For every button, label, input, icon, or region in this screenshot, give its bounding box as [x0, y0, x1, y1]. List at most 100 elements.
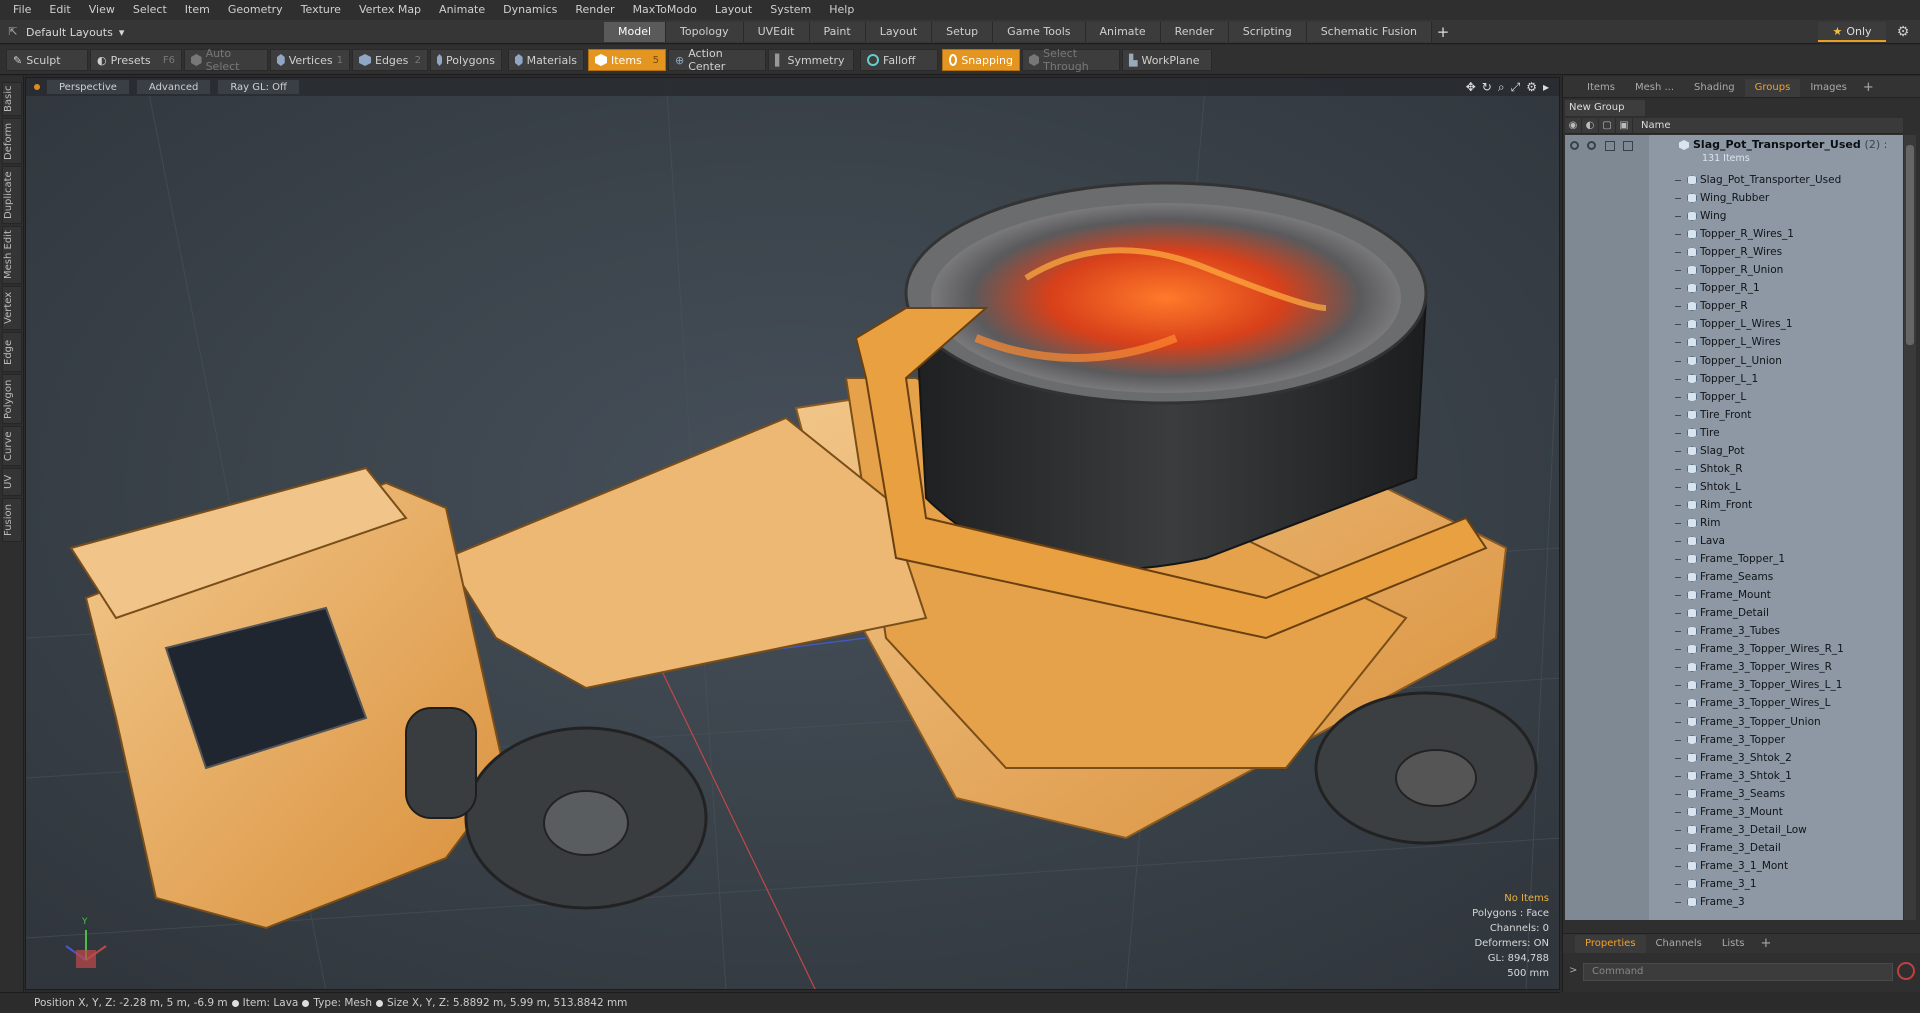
symmetry-button[interactable]: ▌ Symmetry	[768, 49, 854, 71]
tree-item[interactable]: Frame_3_Topper	[1565, 731, 1903, 749]
tree-item[interactable]: Frame_3_1_Mont	[1565, 857, 1903, 875]
tree-item[interactable]: Frame_3_Topper_Wires_L_1	[1565, 676, 1903, 694]
tree-item[interactable]: Topper_L_Wires_1	[1565, 315, 1903, 333]
tree-item[interactable]: Topper_L_Union	[1565, 352, 1903, 370]
tree-item[interactable]: Frame_Detail	[1565, 604, 1903, 622]
tree-item[interactable]: Frame_3_Detail_Low	[1565, 821, 1903, 839]
tree-item[interactable]: Frame_Mount	[1565, 586, 1903, 604]
materials-button[interactable]: Materials	[508, 49, 584, 71]
tree-item[interactable]: Topper_R_Wires_1	[1565, 225, 1903, 243]
layout-dropdown[interactable]: ⇱ Default Layouts ▾	[6, 23, 124, 41]
tab-shading[interactable]: Shading	[1684, 79, 1745, 97]
tree-scrollbar[interactable]	[1904, 135, 1916, 920]
new-group-button[interactable]: New Group	[1565, 100, 1645, 116]
tab-model[interactable]: Model	[604, 22, 667, 42]
tree-item[interactable]: Frame_3_Shtok_2	[1565, 749, 1903, 767]
command-input[interactable]: Command	[1583, 963, 1893, 981]
tab-animate[interactable]: Animate	[1085, 22, 1161, 42]
menu-geometry[interactable]: Geometry	[219, 0, 292, 20]
ray-gl-button[interactable]: Ray GL: Off	[217, 79, 300, 95]
falloff-button[interactable]: Falloff	[860, 49, 938, 71]
menu-help[interactable]: Help	[820, 0, 863, 20]
rotate-view-icon[interactable]: ↻	[1482, 80, 1492, 95]
tab-mesh[interactable]: Mesh ...	[1625, 79, 1684, 97]
menu-system[interactable]: System	[761, 0, 820, 20]
polygons-button[interactable]: Polygons	[430, 49, 502, 71]
root-render-icon[interactable]	[1587, 141, 1596, 150]
root-visibility-icon[interactable]	[1570, 141, 1579, 150]
root-select-icon[interactable]	[1623, 141, 1633, 151]
vtab-uv[interactable]: UV	[2, 468, 22, 496]
tree-item[interactable]: Topper_R	[1565, 297, 1903, 315]
tree-item[interactable]: Frame_3_Mount	[1565, 803, 1903, 821]
tab-images[interactable]: Images	[1800, 79, 1857, 97]
vtab-vertex[interactable]: Vertex	[2, 286, 22, 330]
tree-item[interactable]: Rim	[1565, 514, 1903, 532]
menu-dynamics[interactable]: Dynamics	[494, 0, 566, 20]
move-view-icon[interactable]: ✥	[1466, 80, 1476, 95]
tab-render[interactable]: Render	[1160, 22, 1229, 42]
tree-item[interactable]: Topper_R_Wires	[1565, 243, 1903, 261]
select-icon[interactable]: ▣	[1616, 117, 1633, 134]
tree-item[interactable]: Tire_Front	[1565, 406, 1903, 424]
tree-item[interactable]: Frame_Topper_1	[1565, 550, 1903, 568]
menu-select[interactable]: Select	[124, 0, 176, 20]
gear-icon[interactable]: ⚙	[1894, 23, 1912, 41]
tab-uvedit[interactable]: UVEdit	[743, 22, 810, 42]
menu-render[interactable]: Render	[566, 0, 623, 20]
menu-vertex-map[interactable]: Vertex Map	[350, 0, 430, 20]
viewport-gear-icon[interactable]: ⚙	[1526, 80, 1537, 95]
presets-button[interactable]: ◐ Presets F6	[90, 49, 182, 71]
root-lock-icon[interactable]	[1605, 141, 1615, 151]
tab-items[interactable]: Items	[1577, 79, 1625, 97]
tab-groups[interactable]: Groups	[1744, 79, 1801, 97]
vtab-edge[interactable]: Edge	[2, 332, 22, 372]
tree-item[interactable]: Rim_Front	[1565, 496, 1903, 514]
tree-item[interactable]: Frame_3_Seams	[1565, 785, 1903, 803]
tree-scrollbar-thumb[interactable]	[1906, 145, 1914, 345]
tree-item[interactable]: Shtok_L	[1565, 478, 1903, 496]
vtab-polygon[interactable]: Polygon	[2, 374, 22, 424]
tree-item[interactable]: Frame_3_Topper_Union	[1565, 713, 1903, 731]
vtab-duplicate[interactable]: Duplicate	[2, 166, 22, 224]
groups-tree[interactable]: Slag_Pot_Transporter_Used (2) : 131 Item…	[1565, 135, 1903, 920]
tree-item[interactable]: Shtok_R	[1565, 460, 1903, 478]
tree-item[interactable]: Frame_3	[1565, 893, 1903, 911]
tree-item[interactable]: Wing_Rubber	[1565, 189, 1903, 207]
auto-select-button[interactable]: Auto Select	[184, 47, 268, 73]
tree-item[interactable]: Frame_3_Topper_Wires_R	[1565, 658, 1903, 676]
tree-item[interactable]: Frame_3_Detail	[1565, 839, 1903, 857]
add-bottom-tab-icon[interactable]: +	[1755, 935, 1778, 953]
menu-texture[interactable]: Texture	[292, 0, 350, 20]
tree-item[interactable]: Topper_R_1	[1565, 279, 1903, 297]
3d-viewport[interactable]: Y Perspective Advanced Ray GL: Off ✥ ↻ ⌕…	[25, 77, 1560, 990]
tab-topology[interactable]: Topology	[666, 22, 744, 42]
vtab-curve[interactable]: Curve	[2, 426, 22, 466]
tree-item[interactable]: Topper_L_Wires	[1565, 333, 1903, 351]
tree-item[interactable]: Lava	[1565, 532, 1903, 550]
vtab-mesh-edit[interactable]: Mesh Edit	[2, 226, 22, 284]
tree-item[interactable]: Tire	[1565, 424, 1903, 442]
menu-animate[interactable]: Animate	[430, 0, 494, 20]
advanced-button[interactable]: Advanced	[135, 79, 212, 95]
viewport-arrow-icon[interactable]: ▸	[1543, 80, 1549, 95]
menu-item[interactable]: Item	[176, 0, 219, 20]
name-column-header[interactable]: Name	[1633, 120, 1671, 131]
perspective-button[interactable]: Perspective	[46, 79, 130, 95]
tree-item[interactable]: Frame_3_1	[1565, 875, 1903, 893]
eye-icon[interactable]: ◉	[1565, 117, 1582, 134]
snapping-button[interactable]: Snapping	[942, 49, 1020, 71]
tree-item[interactable]: Frame_3_Shtok_1	[1565, 767, 1903, 785]
tree-item[interactable]: Topper_R_Union	[1565, 261, 1903, 279]
items-button[interactable]: Items 5	[588, 49, 666, 71]
tree-item[interactable]: Slag_Pot	[1565, 442, 1903, 460]
tree-root-row[interactable]: Slag_Pot_Transporter_Used (2) : 131 Item…	[1565, 137, 1903, 167]
tree-item[interactable]: Frame_3_Tubes	[1565, 622, 1903, 640]
command-record-icon[interactable]	[1897, 962, 1915, 980]
tab-setup[interactable]: Setup	[932, 22, 994, 42]
menu-layout[interactable]: Layout	[706, 0, 761, 20]
tab-scripting[interactable]: Scripting	[1228, 22, 1307, 42]
tab-paint[interactable]: Paint	[809, 22, 866, 42]
vtab-fusion[interactable]: Fusion	[2, 498, 22, 542]
zoom-view-icon[interactable]: ⌕	[1498, 80, 1505, 95]
